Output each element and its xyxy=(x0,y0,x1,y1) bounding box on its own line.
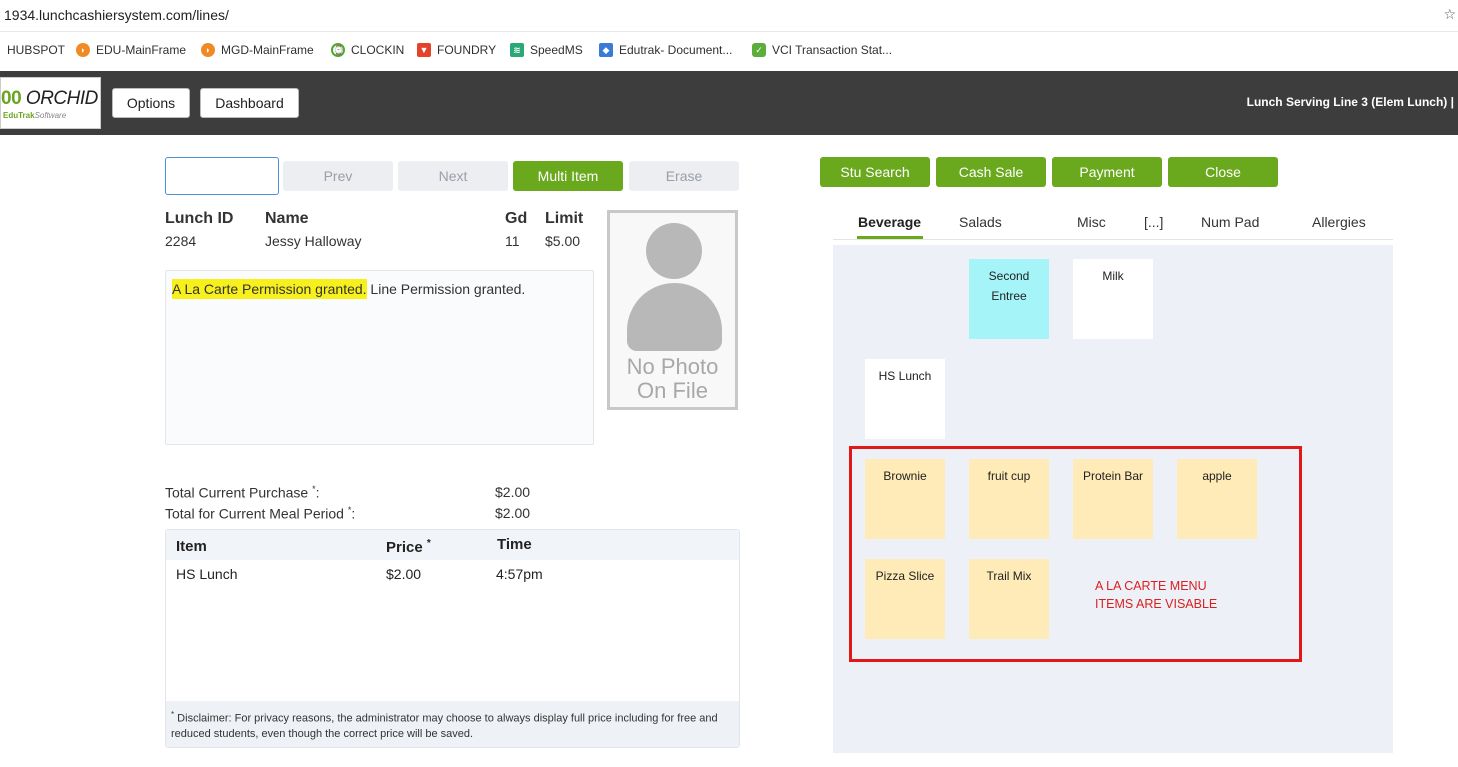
serving-line-title: Lunch Serving Line 3 (Elem Lunch) | xyxy=(1246,95,1454,109)
tab-misc[interactable]: Misc xyxy=(1077,214,1106,230)
bookmark-edu-mainframe[interactable]: ◗ EDU-MainFrame xyxy=(76,43,186,57)
column-header-price: Price * xyxy=(386,538,431,556)
bookmark-mgd-mainframe[interactable]: ◗ MGD-MainFrame xyxy=(201,43,314,57)
a-la-carte-permission-message: A La Carte Permission granted. xyxy=(172,279,367,299)
total-meal-period-label: Total for Current Meal Period *: xyxy=(165,505,356,522)
total-meal-period-value: $2.00 xyxy=(495,505,531,521)
logo-sub-brand: EduTrak xyxy=(3,111,35,120)
bookmark-speedms[interactable]: ≋ SpeedMS xyxy=(510,43,583,57)
total-current-purchase-label: Total Current Purchase *: xyxy=(165,484,320,501)
bookmark-label: EDU-MainFrame xyxy=(96,43,187,57)
browser-url-bar[interactable]: 1934.lunchcashiersystem.com/lines/ ☆ xyxy=(0,0,1458,32)
table-header xyxy=(166,530,739,560)
prev-button[interactable]: Prev xyxy=(283,161,393,191)
tab-allergies[interactable]: Allergies xyxy=(1312,214,1366,230)
menu-tile-hs-lunch[interactable]: HS Lunch xyxy=(865,359,945,439)
bookmark-clockin[interactable]: ⌚ CLOCKIN xyxy=(331,43,404,57)
no-photo-line1: No Photo xyxy=(626,354,719,379)
logo-prefix: 00 xyxy=(1,88,22,109)
annotation-text: A LA CARTE MENU ITEMS ARE VISABLE xyxy=(1095,579,1218,611)
limit-value: $5.00 xyxy=(545,233,581,249)
url-text[interactable]: 1934.lunchcashiersystem.com/lines/ xyxy=(4,7,229,23)
tab-beverage[interactable]: Beverage xyxy=(858,214,921,230)
logo-text: ORCHID xyxy=(25,88,98,109)
vci-icon: ✓ xyxy=(752,43,766,57)
column-header-time: Time xyxy=(497,536,532,553)
avatar-head-icon xyxy=(646,223,702,279)
bookmark-label: VCI Transaction Stat... xyxy=(772,43,893,57)
no-photo-line2: On File xyxy=(637,378,708,403)
app-header: 00 ORCHID EduTrakSoftware Options Dashbo… xyxy=(0,71,1458,135)
orchid-logo[interactable]: 00 ORCHID EduTrakSoftware xyxy=(0,77,101,129)
options-button[interactable]: Options xyxy=(112,88,190,118)
lunch-id-input[interactable] xyxy=(165,157,279,195)
row-time: 4:57pm xyxy=(496,566,543,582)
purchase-items-table: Item Price * Time HS Lunch $2.00 4:57pm … xyxy=(165,529,740,748)
bookmark-hubspot[interactable]: HUBSPOT xyxy=(0,43,65,57)
limit-header: Limit xyxy=(545,210,584,227)
dashboard-button[interactable]: Dashboard xyxy=(200,88,299,118)
tab-salads[interactable]: Salads xyxy=(959,214,1002,230)
bookmark-label: FOUNDRY xyxy=(437,43,497,57)
annotation-highlight-box xyxy=(849,446,1302,662)
bookmark-foundry[interactable]: ▼ FOUNDRY xyxy=(417,43,496,57)
grade-value: 11 xyxy=(505,233,520,249)
speedms-icon: ≋ xyxy=(510,43,524,57)
close-button[interactable]: Close xyxy=(1168,157,1278,187)
cash-sale-button[interactable]: Cash Sale xyxy=(936,157,1046,187)
bookmark-label: Edutrak- Document... xyxy=(619,43,733,57)
row-price: $2.00 xyxy=(386,566,422,582)
tab-num-pad[interactable]: Num Pad xyxy=(1201,214,1259,230)
docs-icon: ◆ xyxy=(599,43,613,57)
mainframe-icon: ◗ xyxy=(76,43,90,57)
bookmark-star-icon[interactable]: ☆ xyxy=(1443,6,1456,23)
multi-item-button[interactable]: Multi Item xyxy=(513,161,623,191)
bookmark-vci[interactable]: ✓ VCI Transaction Stat... xyxy=(752,43,892,57)
grade-header: Gd xyxy=(505,210,528,227)
line-permission-message: Line Permission granted. xyxy=(366,281,526,297)
bookmarks-bar: HUBSPOT ◗ EDU-MainFrame ◗ MGD-MainFrame … xyxy=(0,32,1458,70)
bookmark-label: CLOCKIN xyxy=(351,43,405,57)
avatar-body-icon xyxy=(627,283,722,351)
total-current-purchase-value: $2.00 xyxy=(495,484,531,500)
bookmark-label: MGD-MainFrame xyxy=(221,43,314,57)
payment-button[interactable]: Payment xyxy=(1052,157,1162,187)
stu-search-button[interactable]: Stu Search xyxy=(820,157,930,187)
menu-tabs: Beverage Salads Misc [...] Num Pad Aller… xyxy=(833,205,1393,240)
bookmark-label: SpeedMS xyxy=(530,43,583,57)
column-header-item: Item xyxy=(176,538,207,555)
lunch-id-value: 2284 xyxy=(165,233,197,249)
row-item: HS Lunch xyxy=(176,566,238,582)
lunch-id-header: Lunch ID xyxy=(165,210,234,227)
bookmark-label: HUBSPOT xyxy=(7,43,66,57)
student-photo-placeholder: No Photo On File xyxy=(607,210,738,410)
next-button[interactable]: Next xyxy=(398,161,508,191)
bookmark-edutrak-docs[interactable]: ◆ Edutrak- Document... xyxy=(599,43,732,57)
menu-tile-second-entree[interactable]: Second Entree xyxy=(969,259,1049,339)
name-header: Name xyxy=(265,210,309,227)
student-name-value: Jessy Halloway xyxy=(265,233,362,249)
permission-message-box: A La Carte Permission granted. Line Perm… xyxy=(165,270,594,445)
gitlab-icon: ▼ xyxy=(417,43,431,57)
menu-tile-milk[interactable]: Milk xyxy=(1073,259,1153,339)
clock-icon: ⌚ xyxy=(331,43,345,57)
active-tab-indicator xyxy=(857,236,923,239)
erase-button[interactable]: Erase xyxy=(629,161,739,191)
tab-more[interactable]: [...] xyxy=(1144,214,1163,230)
mainframe-icon: ◗ xyxy=(201,43,215,57)
logo-sub-software: Software xyxy=(34,111,67,120)
price-disclaimer: * Disclaimer: For privacy reasons, the a… xyxy=(166,701,739,747)
